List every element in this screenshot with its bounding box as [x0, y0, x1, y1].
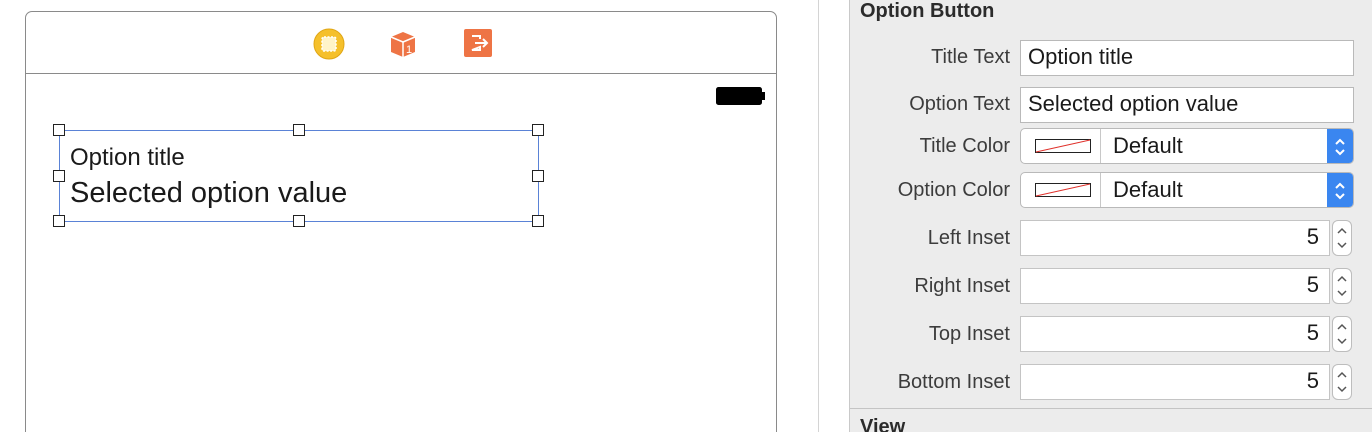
panel-gutter — [818, 0, 849, 432]
title-text-label: Title Text — [931, 46, 1010, 68]
section-divider — [850, 408, 1372, 409]
top-inset-label: Top Inset — [928, 323, 1010, 345]
color-swatch-icon — [1035, 139, 1091, 153]
option-title-label: Option title — [70, 144, 185, 171]
right-inset-stepper[interactable] — [1332, 268, 1352, 304]
popup-arrows-icon[interactable] — [1327, 129, 1353, 163]
option-color-value: Default — [1113, 177, 1183, 202]
top-inset-field[interactable]: 5 — [1020, 316, 1330, 352]
battery-icon — [716, 87, 765, 105]
option-color-swatch-well[interactable] — [1021, 173, 1101, 207]
option-text-label: Option Text — [909, 93, 1010, 115]
storyboard-canvas[interactable]: 1 Option title Selected option value — [0, 0, 818, 432]
option-color-popup[interactable]: Default — [1020, 172, 1354, 208]
title-color-value: Default — [1113, 133, 1183, 158]
popup-arrows-icon[interactable] — [1327, 173, 1353, 207]
left-inset-field[interactable]: 5 — [1020, 220, 1330, 256]
color-swatch-icon — [1035, 183, 1091, 197]
attributes-inspector: Option Button Title Text Option title Op… — [849, 0, 1372, 432]
title-text-field[interactable]: Option title — [1020, 40, 1354, 76]
resize-handle-bottom-left[interactable] — [53, 215, 65, 227]
dock-badge: 1 — [406, 44, 412, 56]
bottom-inset-label: Bottom Inset — [897, 371, 1010, 393]
option-value-label: Selected option value — [70, 177, 348, 209]
resize-handle-left[interactable] — [53, 170, 65, 182]
section-title: Option Button — [860, 0, 995, 22]
resize-handle-top[interactable] — [293, 124, 305, 136]
resize-handle-top-left[interactable] — [53, 124, 65, 136]
right-inset-label: Right Inset — [914, 275, 1010, 297]
view-section-title: View — [860, 416, 906, 432]
top-inset-stepper[interactable] — [1332, 316, 1352, 352]
option-text-field[interactable]: Selected option value — [1020, 87, 1354, 123]
right-inset-field[interactable]: 5 — [1020, 268, 1330, 304]
title-color-label: Title Color — [919, 135, 1010, 157]
left-inset-stepper[interactable] — [1332, 220, 1352, 256]
view-controller-icon[interactable] — [313, 28, 345, 60]
left-inset-label: Left Inset — [927, 227, 1010, 249]
option-button-selection[interactable]: Option title Selected option value — [53, 124, 544, 227]
resize-handle-bottom-right[interactable] — [532, 215, 544, 227]
bottom-inset-stepper[interactable] — [1332, 364, 1352, 400]
bottom-inset-field[interactable]: 5 — [1020, 364, 1330, 400]
resize-handle-bottom[interactable] — [293, 215, 305, 227]
title-color-swatch-well[interactable] — [1021, 129, 1101, 163]
title-color-popup[interactable]: Default — [1020, 128, 1354, 164]
scene-frame[interactable]: 1 Option title Selected option value — [25, 11, 777, 432]
resize-handle-top-right[interactable] — [532, 124, 544, 136]
resize-handle-right[interactable] — [532, 170, 544, 182]
scene-dock: 1 — [26, 12, 776, 74]
option-color-label: Option Color — [897, 179, 1010, 201]
exit-icon[interactable] — [463, 28, 493, 58]
first-responder-icon[interactable]: 1 — [387, 28, 417, 58]
